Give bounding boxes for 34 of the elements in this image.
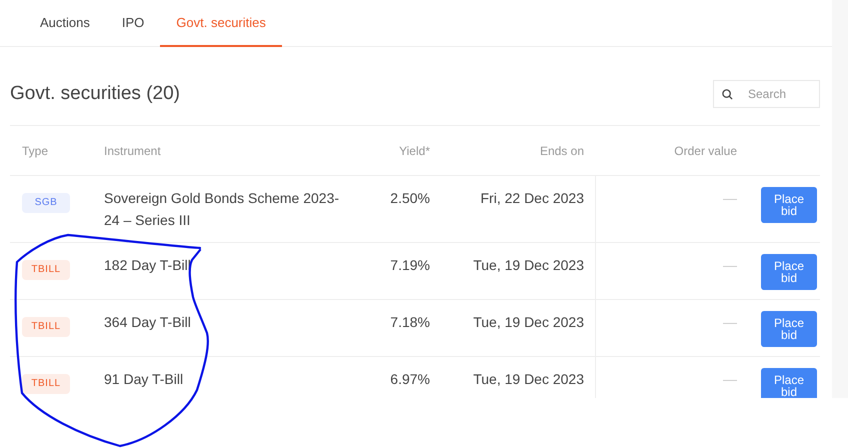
place-bid-button[interactable]: Place bid — [761, 254, 817, 290]
yield-value: 7.18% — [390, 314, 430, 330]
tab[interactable]: Auctions — [24, 0, 106, 47]
tab[interactable]: Govt. securities — [160, 0, 282, 47]
order-value: — — [723, 371, 737, 387]
instrument-name: 364 Day T-Bill — [104, 314, 191, 330]
place-bid-button[interactable]: Place bid — [761, 311, 817, 347]
type-badge: TBILL — [22, 374, 70, 394]
type-badge: SGB — [22, 193, 70, 213]
order-value: — — [723, 257, 737, 273]
order-value: — — [723, 314, 737, 330]
yield-value: 2.50% — [390, 190, 430, 206]
search-icon — [722, 89, 733, 100]
column-header: Order value — [674, 142, 738, 160]
end-date: Fri, 22 Dec 2023 — [480, 190, 584, 206]
column-header: Ends on — [540, 142, 585, 160]
yield-value: 6.97% — [390, 371, 430, 387]
yield-value: 7.19% — [390, 257, 430, 273]
place-bid-button[interactable]: Place bid — [761, 187, 817, 223]
search-field[interactable]: Search — [713, 80, 820, 108]
tab[interactable]: IPO — [106, 0, 160, 47]
place-bid-button[interactable]: Place bid — [761, 368, 817, 398]
type-badge: TBILL — [22, 260, 70, 280]
column-header: Yield* — [399, 142, 430, 160]
end-date: Tue, 19 Dec 2023 — [473, 257, 584, 273]
order-value: — — [723, 190, 737, 206]
column-header: Type — [21, 142, 48, 160]
type-badge: TBILL — [22, 317, 70, 337]
instrument-name: Sovereign Gold Bonds Scheme 2023-24 – Series III — [104, 190, 340, 228]
instrument-name: 91 Day T-Bill — [104, 371, 184, 387]
end-date: Tue, 19 Dec 2023 — [473, 314, 584, 330]
end-date: Tue, 19 Dec 2023 — [473, 371, 584, 387]
column-header: Instrument — [103, 142, 161, 160]
page-title: Govt. securities (20) — [10, 82, 180, 106]
